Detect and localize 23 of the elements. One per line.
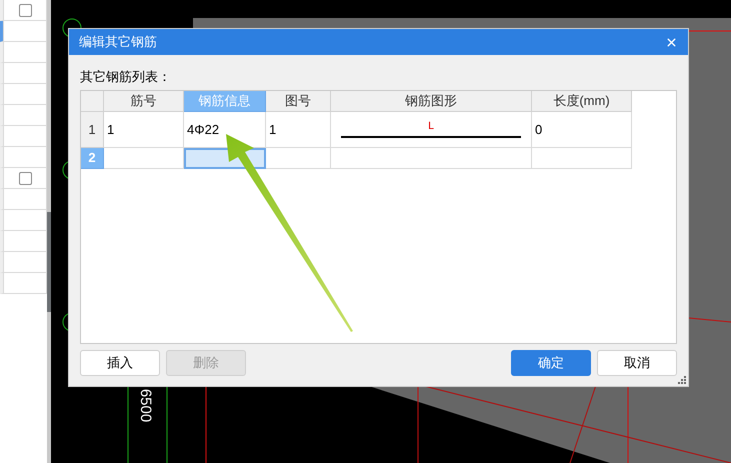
column-header[interactable]: 长度(mm)	[532, 91, 632, 112]
row-header[interactable]: 1	[81, 112, 104, 148]
column-header[interactable]: 筋号	[104, 91, 184, 112]
table-cell[interactable]: 1	[266, 112, 331, 148]
table-cell[interactable]	[331, 148, 532, 168]
confirm-button[interactable]: 确定	[511, 350, 591, 376]
dialog-button[interactable]: 插入	[80, 350, 160, 376]
checkbox[interactable]	[18, 4, 32, 16]
dimension-label: 6500	[138, 388, 154, 422]
column-header[interactable]: 钢筋图形	[331, 91, 532, 112]
resize-grip-icon[interactable]	[678, 376, 686, 384]
shape-label: L	[428, 122, 434, 133]
table-cell[interactable]	[266, 148, 331, 168]
checkbox[interactable]	[18, 172, 32, 184]
table-cell[interactable]	[532, 148, 632, 168]
splitter[interactable]	[47, 0, 51, 463]
close-icon[interactable]	[665, 36, 678, 48]
column-header[interactable]: 图号	[266, 91, 331, 112]
table-cell[interactable]: 1	[104, 112, 184, 148]
dialog-button[interactable]: 取消	[597, 350, 677, 376]
table-cell[interactable]: 0	[532, 112, 632, 148]
list-label: 其它钢筋列表：	[80, 68, 172, 86]
dialog-title: 编辑其它钢筋	[79, 33, 157, 52]
